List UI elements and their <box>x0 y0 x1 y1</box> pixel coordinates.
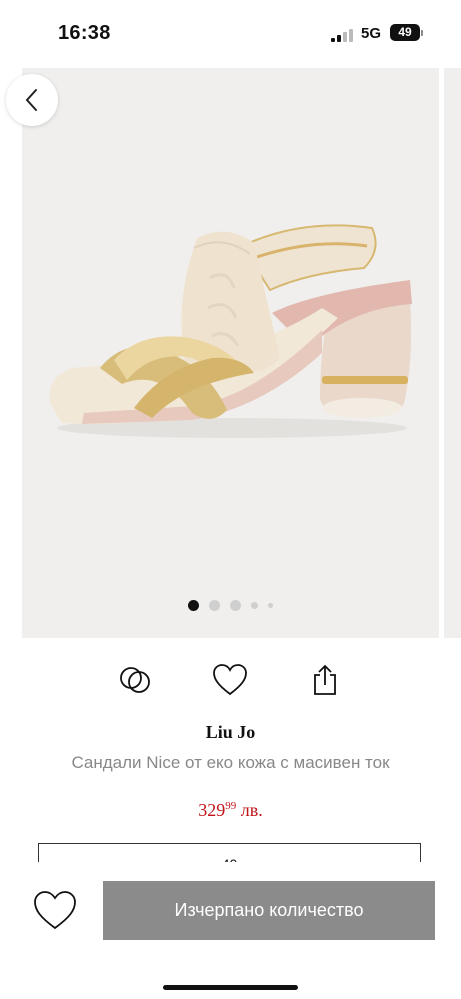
sold-out-button: Изчерпано количество <box>103 881 435 940</box>
signal-icon <box>331 28 353 42</box>
gallery-pagination[interactable] <box>22 598 439 612</box>
gallery-dot[interactable] <box>251 601 258 609</box>
price-cents: 99 <box>225 800 237 812</box>
product-actions <box>0 660 461 704</box>
product-image <box>49 224 412 438</box>
share-button[interactable] <box>305 660 345 700</box>
status-time: 16:38 <box>58 22 111 44</box>
wishlist-button[interactable] <box>210 660 250 700</box>
product-brand[interactable]: Liu Jo <box>0 722 461 743</box>
gallery-dot[interactable] <box>268 602 273 608</box>
wishlist-bottom-button[interactable] <box>28 886 82 934</box>
back-button[interactable] <box>6 74 58 126</box>
status-bar: 16:38 5G 49 <box>0 0 461 68</box>
compare-icon <box>120 667 150 693</box>
share-icon <box>314 664 336 695</box>
heart-icon <box>34 891 76 930</box>
battery-tip <box>421 30 423 36</box>
product-name: Сандали Nice от еко кожа с масивен ток <box>71 753 390 772</box>
product-price: 32999 лв. <box>0 800 461 821</box>
next-image-peek[interactable] <box>444 68 461 638</box>
battery-icon: 49 <box>390 24 420 41</box>
chevron-left-icon <box>25 89 37 111</box>
heart-icon <box>213 664 247 696</box>
gallery-dot[interactable] <box>188 599 199 611</box>
network-label: 5G <box>361 25 382 42</box>
gallery-dot[interactable] <box>209 599 220 611</box>
compare-button[interactable] <box>115 660 155 700</box>
product-image-gallery[interactable] <box>22 68 439 638</box>
price-main: 329 <box>198 800 226 820</box>
gallery-dot[interactable] <box>230 599 241 611</box>
home-indicator[interactable] <box>163 985 298 990</box>
price-currency: лв. <box>240 800 263 820</box>
bottom-bar: Изчерпано количество <box>0 862 461 999</box>
